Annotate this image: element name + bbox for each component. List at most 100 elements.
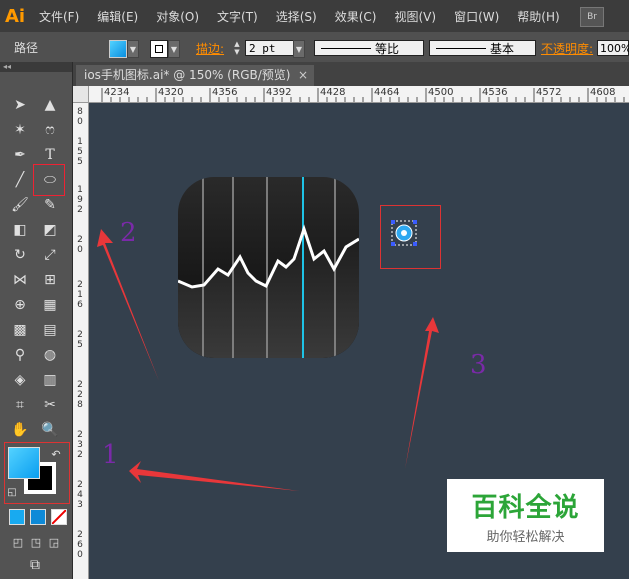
blend-tool-icon[interactable]: ◍ bbox=[40, 345, 60, 365]
arrow-2 bbox=[97, 229, 159, 381]
v-tick: 5 bbox=[77, 157, 83, 167]
selection-type-label: 路径 bbox=[14, 40, 39, 55]
v-tick: 1 bbox=[77, 137, 83, 147]
tools-panel-collapse[interactable]: ◂◂ bbox=[0, 62, 72, 72]
variable-width-profile[interactable]: 等比 bbox=[314, 40, 424, 56]
brush-line-preview bbox=[436, 47, 486, 49]
line-tool-icon[interactable]: ╱ bbox=[10, 170, 30, 190]
brush-definition[interactable]: 基本 bbox=[429, 40, 536, 56]
draw-inside-icon[interactable]: ◲ bbox=[44, 532, 64, 552]
draw-behind-icon[interactable]: ◳ bbox=[26, 532, 46, 552]
menu-help[interactable]: 帮助(H) bbox=[508, 8, 568, 25]
blob-brush-tool-icon[interactable]: ◧ bbox=[10, 220, 30, 240]
app-logo: Ai bbox=[4, 5, 26, 27]
h-tick: 4500 bbox=[428, 87, 454, 98]
pen-tool-icon[interactable]: ✒ bbox=[10, 145, 30, 165]
v-tick: 1 bbox=[77, 290, 83, 300]
screen-mode-icon[interactable]: ⧉ bbox=[25, 555, 45, 575]
v-tick: 2 bbox=[77, 330, 83, 340]
perspective-grid-tool-icon[interactable]: ▦ bbox=[40, 295, 60, 315]
type-tool-icon[interactable]: T bbox=[40, 145, 60, 165]
color-mode-button[interactable] bbox=[9, 509, 25, 525]
fill-swatch-large[interactable] bbox=[8, 447, 40, 479]
h-tick: 4320 bbox=[158, 87, 184, 98]
column-graph-tool-icon[interactable]: ▥ bbox=[40, 370, 60, 390]
v-tick: 6 bbox=[77, 540, 83, 550]
menu-window[interactable]: 窗口(W) bbox=[445, 8, 508, 25]
symbol-sprayer-tool-icon[interactable]: ◈ bbox=[10, 370, 30, 390]
zoom-tool-icon[interactable]: 🔍 bbox=[40, 420, 60, 440]
menu-select[interactable]: 选择(S) bbox=[267, 8, 326, 25]
fill-color-swatch[interactable] bbox=[109, 40, 127, 58]
shape-builder-tool-icon[interactable]: ⊕ bbox=[10, 295, 30, 315]
selection-tool-icon[interactable]: ➤ bbox=[10, 95, 30, 115]
v-tick: 2 bbox=[77, 430, 83, 440]
h-tick: 4608 bbox=[590, 87, 616, 98]
eyedropper-tool-icon[interactable]: ⚲ bbox=[10, 345, 30, 365]
h-tick: 4356 bbox=[212, 87, 238, 98]
stroke-label[interactable]: 描边: bbox=[196, 40, 224, 57]
v-tick: 0 bbox=[77, 117, 83, 127]
stroke-weight-dropdown[interactable]: ▼ bbox=[293, 40, 305, 58]
scale-tool-icon[interactable]: ⤢ bbox=[40, 245, 60, 265]
v-tick: 1 bbox=[77, 185, 83, 195]
watermark-subtitle: 助你轻松解决 bbox=[486, 529, 565, 545]
v-tick: 8 bbox=[77, 400, 83, 410]
v-tick: 3 bbox=[77, 440, 83, 450]
v-tick: 0 bbox=[77, 550, 83, 560]
menu-effect[interactable]: 效果(C) bbox=[326, 8, 386, 25]
slice-tool-icon[interactable]: ✂ bbox=[40, 395, 60, 415]
menu-edit[interactable]: 编辑(E) bbox=[88, 8, 147, 25]
v-tick: 2 bbox=[77, 235, 83, 245]
h-tick: 4234 bbox=[104, 87, 130, 98]
stroke-color-swatch[interactable] bbox=[150, 40, 168, 58]
v-tick: 2 bbox=[77, 390, 83, 400]
paintbrush-tool-icon[interactable]: 🖌 bbox=[10, 195, 30, 215]
h-tick: 4464 bbox=[374, 87, 400, 98]
v-tick: 0 bbox=[77, 245, 83, 255]
mesh-tool-icon[interactable]: ▩ bbox=[10, 320, 30, 340]
direct-selection-tool-icon[interactable]: ▲ bbox=[40, 95, 60, 115]
watermark: 百科全说 助你轻松解决 bbox=[447, 479, 604, 552]
vertical-ruler[interactable]: 8 0 1 5 5 1 9 2 2 0 2 1 6 2 5 2 2 8 2 3 … bbox=[73, 86, 89, 579]
opacity-label[interactable]: 不透明度: bbox=[541, 40, 593, 57]
h-tick: 4572 bbox=[536, 87, 562, 98]
hand-tool-icon[interactable]: ✋ bbox=[10, 420, 30, 440]
arrow-1 bbox=[129, 461, 299, 491]
close-tab-icon[interactable]: × bbox=[298, 65, 308, 86]
pencil-tool-icon[interactable]: ✎ bbox=[40, 195, 60, 215]
menu-bar: Ai 文件(F) 编辑(E) 对象(O) 文字(T) 选择(S) 效果(C) 视… bbox=[0, 0, 629, 32]
v-tick: 9 bbox=[77, 195, 83, 205]
v-tick: 8 bbox=[77, 107, 83, 117]
menu-view[interactable]: 视图(V) bbox=[385, 8, 445, 25]
horizontal-ruler[interactable]: 4234 4320 4356 4392 4428 4464 4500 4536 … bbox=[88, 86, 629, 103]
v-tick: 2 bbox=[77, 280, 83, 290]
magic-wand-tool-icon[interactable]: ✶ bbox=[10, 120, 30, 140]
ellipse-tool-highlight bbox=[33, 164, 65, 196]
menu-file[interactable]: 文件(F) bbox=[30, 8, 88, 25]
document-tab[interactable]: ios手机图标.ai* @ 150% (RGB/预览) × bbox=[76, 65, 314, 86]
annotation-number-3: 3 bbox=[470, 350, 487, 380]
draw-normal-icon[interactable]: ◰ bbox=[8, 532, 28, 552]
gradient-tool-icon[interactable]: ▤ bbox=[40, 320, 60, 340]
v-tick: 3 bbox=[77, 500, 83, 510]
h-tick: 4428 bbox=[320, 87, 346, 98]
fill-dropdown-arrow[interactable]: ▼ bbox=[127, 40, 139, 58]
width-tool-icon[interactable]: ⋈ bbox=[10, 270, 30, 290]
gradient-mode-button[interactable] bbox=[30, 509, 46, 525]
menu-type[interactable]: 文字(T) bbox=[208, 8, 267, 25]
artboard-tool-icon[interactable]: ⌗ bbox=[10, 395, 30, 415]
bridge-button[interactable]: Br bbox=[580, 7, 604, 27]
eraser-tool-icon[interactable]: ◩ bbox=[40, 220, 60, 240]
rotate-tool-icon[interactable]: ↻ bbox=[10, 245, 30, 265]
menu-object[interactable]: 对象(O) bbox=[147, 8, 208, 25]
opacity-field[interactable]: 100% bbox=[597, 40, 629, 56]
h-tick: 4536 bbox=[482, 87, 508, 98]
stroke-stepper[interactable]: ▲ ▼ bbox=[231, 40, 243, 56]
lasso-tool-icon[interactable]: ෆ bbox=[40, 120, 60, 140]
v-tick: 2 bbox=[77, 450, 83, 460]
stroke-dropdown-arrow[interactable]: ▼ bbox=[168, 40, 180, 58]
none-mode-button[interactable] bbox=[51, 509, 67, 525]
ruler-origin[interactable] bbox=[73, 86, 89, 103]
free-transform-tool-icon[interactable]: ⊞ bbox=[40, 270, 60, 290]
